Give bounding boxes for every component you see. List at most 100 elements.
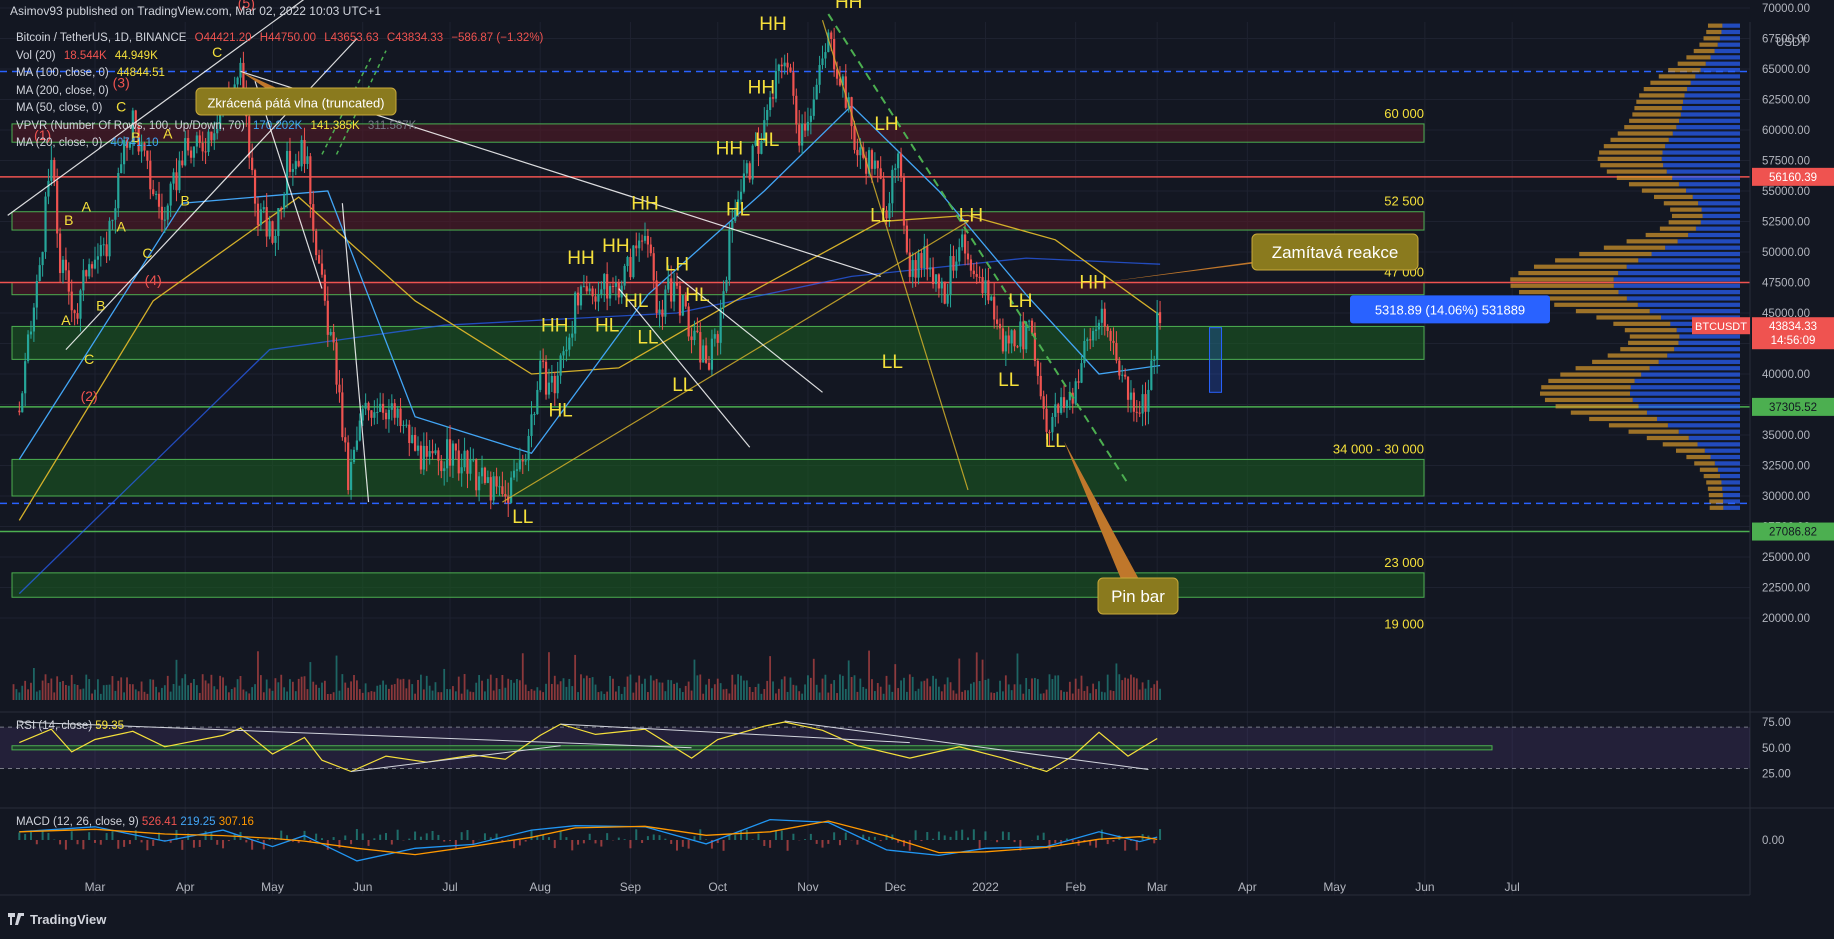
candle-body — [911, 260, 914, 277]
macd-hist-bar — [646, 836, 649, 840]
volume-bar — [111, 676, 114, 700]
macd-hist-bar — [181, 840, 184, 850]
vol-row[interactable]: Vol (20) 18.544K 44.949K — [16, 48, 548, 66]
symbol-name[interactable]: Bitcoin / TetherUS, 1D, BINANCE — [16, 32, 186, 44]
annotation-label: HL — [595, 315, 619, 336]
macd-hist-bar — [431, 830, 434, 840]
volume-bar — [172, 684, 175, 700]
vpvr-bar-up — [1690, 80, 1740, 85]
volume-bar — [518, 680, 521, 700]
vpvr-bar-up — [1697, 442, 1740, 447]
volume-bar — [859, 678, 862, 700]
volume-bar — [620, 693, 623, 700]
volume-bar — [195, 685, 198, 700]
volume-bar — [149, 679, 152, 700]
vpvr-bar-up — [1667, 353, 1740, 358]
candle-body — [50, 159, 53, 181]
volume-bar — [1098, 681, 1100, 700]
volume-bar — [495, 678, 498, 700]
annotation-label: HL — [726, 199, 750, 220]
candle-body — [716, 334, 719, 343]
volume-bar — [562, 678, 565, 700]
candle-body — [934, 274, 938, 285]
vpvr-bar-down — [1626, 239, 1678, 244]
candle-body — [277, 208, 280, 236]
volume-bar — [1031, 678, 1033, 700]
ma20-row[interactable]: MA (20, close, 0) 40741.10 — [16, 135, 548, 153]
macd-hist-bar — [1007, 832, 1010, 840]
candle-body — [1019, 321, 1022, 347]
candle-body — [664, 289, 667, 317]
vpvr-bar-down — [1519, 290, 1619, 295]
ma200-row[interactable]: MA (200, close, 0) — [16, 83, 548, 101]
volume-bar — [306, 689, 309, 700]
volume-bar — [827, 692, 830, 700]
candle-body — [312, 204, 315, 231]
vpvr-bar-up — [1676, 125, 1740, 130]
annotation-label: A — [61, 312, 71, 328]
candle-body — [1089, 339, 1092, 341]
vpvr-bar-down — [1634, 106, 1682, 111]
volume-bar — [91, 693, 93, 700]
candle-body — [812, 99, 815, 116]
vpvr-bar-up — [1705, 61, 1740, 66]
volume-bar — [1138, 689, 1141, 700]
candle-body — [728, 229, 731, 281]
volume-bar — [580, 674, 582, 700]
volume-bar — [460, 693, 463, 700]
volume-bar — [1045, 689, 1048, 700]
vpvr-bar-down — [1643, 86, 1688, 92]
macd-hist-bar — [408, 838, 411, 840]
volume-bar — [187, 685, 190, 700]
volume-bar — [987, 678, 990, 700]
macd-hist-bar — [856, 840, 859, 845]
volume-bar — [775, 693, 777, 700]
vpvr-bar-up — [1651, 251, 1740, 257]
annotation-label: LH — [1008, 291, 1032, 312]
candle-body — [894, 168, 897, 170]
vpvr-bar-up — [1717, 42, 1740, 47]
rsi-zone — [11, 745, 1493, 751]
vpvr-bar-down — [1636, 99, 1683, 104]
vpvr-bar-down — [1706, 29, 1722, 35]
candle-body — [518, 460, 521, 470]
macd-hist-bar — [937, 831, 940, 840]
volume-bar — [690, 690, 693, 700]
rsi-tick: 75.00 — [1762, 717, 1791, 729]
candle-body — [955, 261, 958, 271]
candle-body — [393, 403, 396, 418]
candle-body — [1022, 321, 1025, 350]
macd-hist-bar — [996, 840, 999, 843]
macd-hist-bar — [1036, 835, 1039, 840]
volume-bar — [772, 681, 774, 700]
candle-body — [88, 264, 91, 277]
candle-body — [611, 286, 615, 288]
macd-hist-bar — [64, 840, 67, 850]
vpvr-bar-down — [1646, 435, 1689, 441]
volume-bar — [574, 654, 577, 700]
ma50-row[interactable]: MA (50, close, 0) — [16, 100, 548, 118]
volume-bar — [521, 653, 524, 700]
vpvr-bar-down — [1632, 112, 1681, 117]
vpvr-bar-down — [1541, 385, 1631, 390]
macd-legend[interactable]: MACD (12, 26, close, 9) 526.41 219.25 30… — [16, 816, 254, 828]
candle-body — [288, 150, 292, 172]
candle-body — [969, 259, 973, 271]
macd-hist-bar — [932, 838, 935, 840]
tradingview-logo[interactable]: TradingView — [8, 912, 106, 927]
volume-bar — [967, 690, 969, 700]
rsi-legend[interactable]: RSI (14, close) 59.35 — [16, 720, 124, 732]
vpvr-row[interactable]: VPVR (Number Of Rows, 100, Up/Down, 70) … — [16, 118, 548, 136]
vpvr-bar-down — [1709, 505, 1724, 510]
volume-bar — [309, 662, 312, 700]
candle-body — [524, 460, 527, 462]
candle-body — [640, 240, 644, 242]
ma100-row[interactable]: MA (100, close, 0) 44844.51 — [16, 65, 548, 83]
volume-bar — [1130, 674, 1132, 700]
vpvr-bar-up — [1710, 454, 1740, 460]
candle-body — [940, 281, 943, 289]
volume-bar — [964, 690, 966, 700]
volume-bar — [501, 675, 504, 700]
volume-bar — [847, 660, 850, 700]
volume-bar — [783, 676, 786, 700]
